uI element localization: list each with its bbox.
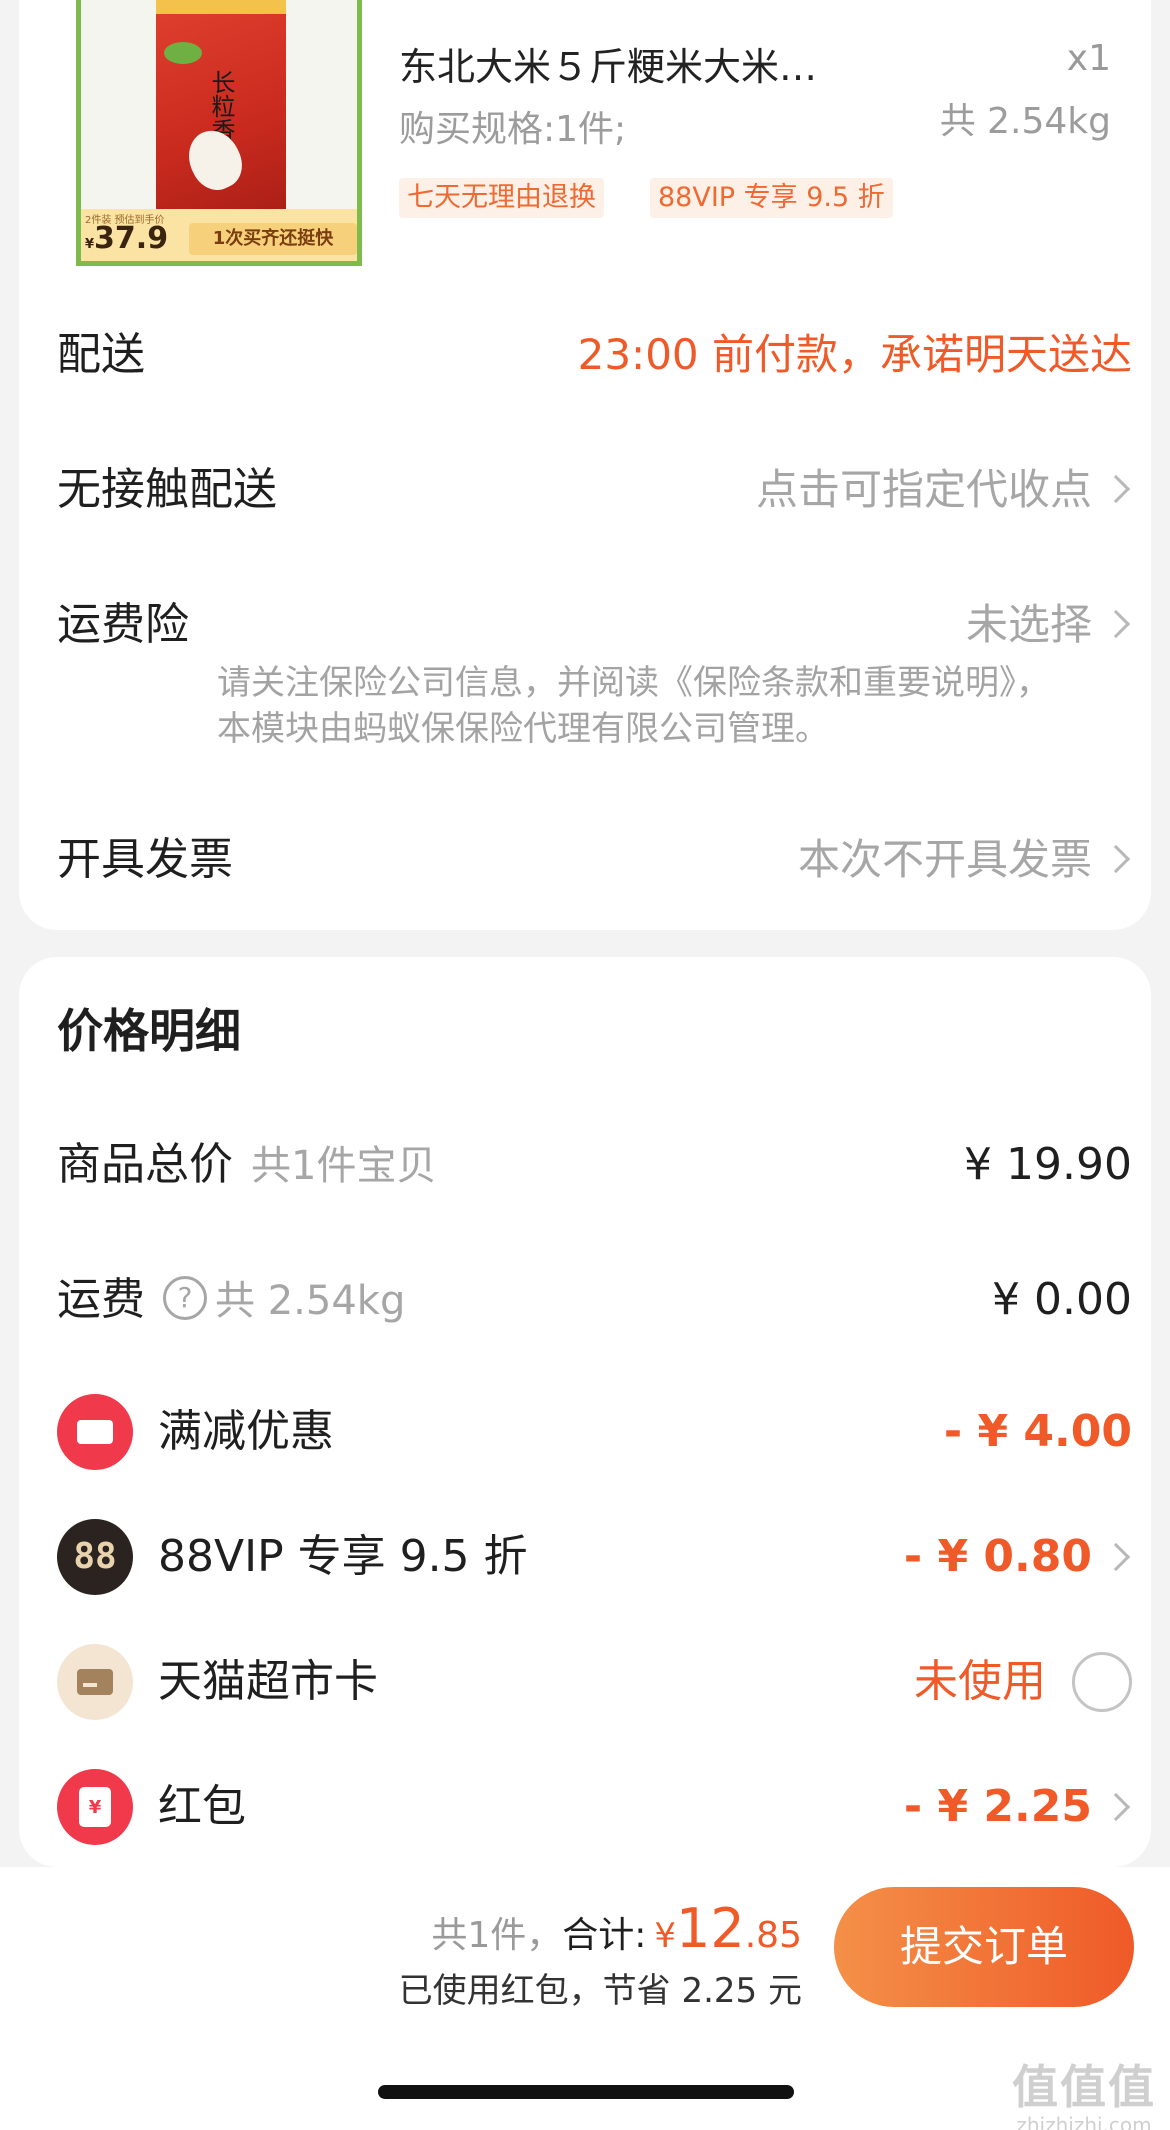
invoice-row[interactable]: 开具发票 本次不开具发票 bbox=[57, 825, 1132, 895]
full-reduction-row: 满减优惠 - ¥ 4.00 bbox=[57, 1394, 1132, 1470]
supermarket-card-row[interactable]: 天猫超市卡 未使用 bbox=[57, 1644, 1132, 1720]
tag-88vip-discount: 88VIP 专享 9.5 折 bbox=[650, 178, 893, 218]
chevron-right-icon bbox=[1101, 844, 1131, 874]
total-currency: ¥ bbox=[654, 1916, 677, 1956]
contactless-delivery-label: 无接触配送 bbox=[57, 464, 277, 515]
product-image[interactable]: 长粒香米 2件装 预估到手价 ¥37.9 1次买齐还挺快 bbox=[76, 0, 362, 266]
tag-free-return: 七天无理由退换 bbox=[399, 178, 604, 218]
product-weight: 共 2.54kg bbox=[939, 101, 1111, 142]
full-reduction-value: - ¥ 4.00 bbox=[943, 1406, 1132, 1457]
vip-discount-value: - ¥ 0.80 bbox=[903, 1531, 1092, 1582]
card-shape bbox=[77, 1669, 113, 1695]
total-decimal: .85 bbox=[744, 1915, 802, 1956]
red-packet-symbol: ¥ bbox=[79, 1787, 111, 1827]
strip-price: ¥37.9 bbox=[85, 221, 168, 256]
red-packet-row[interactable]: ¥ 红包 - ¥ 2.25 bbox=[57, 1769, 1132, 1845]
chevron-right-icon bbox=[1101, 474, 1131, 504]
red-packet-value: - ¥ 2.25 bbox=[903, 1781, 1092, 1832]
strip-slogan: 1次买齐还挺快 bbox=[189, 223, 357, 255]
shipping-insurance-label: 运费险 bbox=[57, 599, 189, 650]
vip-discount-label: 88VIP 专享 9.5 折 bbox=[158, 1531, 528, 1582]
invoice-label: 开具发票 bbox=[57, 834, 233, 885]
shipping-insurance-value: 未选择 bbox=[965, 600, 1092, 649]
delivery-promise: 23:00 前付款，承诺明天送达 bbox=[577, 330, 1132, 379]
contactless-delivery-row[interactable]: 无接触配送 点击可指定代收点 bbox=[57, 455, 1132, 525]
insurance-note: 请关注保险公司信息，并阅读《保险条款和重要说明》，本模块由蚂蚁保保险代理有限公司… bbox=[217, 663, 1050, 749]
shipping-fee-row: 运费? 共 2.54kg ¥ 0.00 bbox=[57, 1262, 1132, 1338]
shipping-fee-text: 运费 bbox=[57, 1274, 145, 1325]
red-packet-label: 红包 bbox=[158, 1781, 246, 1832]
supermarket-card-radio[interactable] bbox=[1072, 1652, 1132, 1712]
product-spec: 购买规格:1件; bbox=[399, 109, 627, 150]
card-icon bbox=[57, 1644, 133, 1720]
goods-total-value: ¥ 19.90 bbox=[964, 1139, 1132, 1190]
bag-top-band bbox=[156, 0, 286, 14]
red-packet-icon: ¥ bbox=[57, 1769, 133, 1845]
goods-total-label: 商品总价 共1件宝贝 bbox=[57, 1127, 436, 1204]
rice-bag-illustration: 长粒香米 bbox=[156, 0, 286, 218]
coupon-icon bbox=[57, 1394, 133, 1470]
contactless-delivery-value: 点击可指定代收点 bbox=[755, 465, 1092, 514]
goods-total-row: 商品总价 共1件宝贝 ¥ 19.90 bbox=[57, 1127, 1132, 1203]
checkout-bar: 共1件，合计: ¥12.85 已使用红包，节省 2.25 元 提交订单 值值值 z… bbox=[0, 1867, 1170, 2130]
question-circle-icon[interactable]: ? bbox=[163, 1276, 207, 1320]
ticket-shape bbox=[77, 1420, 113, 1444]
delivery-label: 配送 bbox=[57, 329, 145, 380]
shipping-weight-note: 共 2.54kg bbox=[215, 1278, 406, 1324]
chevron-right-icon bbox=[1101, 1792, 1131, 1822]
item-count: 共1件， bbox=[431, 1915, 563, 1956]
brand-logo-icon bbox=[164, 42, 202, 64]
product-title[interactable]: 东北大米５斤粳米大米… bbox=[399, 36, 899, 91]
supermarket-card-label: 天猫超市卡 bbox=[158, 1656, 378, 1707]
full-reduction-label: 满减优惠 bbox=[158, 1406, 334, 1457]
goods-count-note: 共1件宝贝 bbox=[251, 1143, 437, 1189]
total-integer: 12 bbox=[676, 1897, 745, 1960]
submit-order-button[interactable]: 提交订单 bbox=[834, 1887, 1134, 2007]
shipping-fee-label: 运费? 共 2.54kg bbox=[57, 1262, 405, 1339]
shipping-insurance-row[interactable]: 运费险 未选择 bbox=[57, 590, 1132, 660]
strip-price-symbol: ¥ bbox=[85, 237, 95, 252]
delivery-row: 配送 23:00 前付款，承诺明天送达 bbox=[57, 320, 1132, 390]
total-label: 合计: bbox=[562, 1915, 647, 1956]
order-summary-card: 长粒香米 2件装 预估到手价 ¥37.9 1次买齐还挺快 东北大米５斤粳米大米…… bbox=[19, 0, 1151, 930]
chevron-right-icon bbox=[1101, 609, 1131, 639]
watermark: 值值值 zhizhizhi.com bbox=[1012, 2051, 1156, 2130]
supermarket-card-status: 未使用 bbox=[914, 1656, 1046, 1707]
watermark-logo: 值值值 bbox=[1012, 2060, 1156, 2114]
rice-grain-icon bbox=[179, 122, 251, 198]
price-detail-card: 价格明细 商品总价 共1件宝贝 ¥ 19.90 运费? 共 2.54kg ¥ 0.0… bbox=[19, 957, 1151, 1867]
goods-total-text: 商品总价 bbox=[57, 1139, 233, 1190]
watermark-url: zhizhizhi.com bbox=[1016, 2113, 1152, 2130]
home-indicator[interactable] bbox=[378, 2085, 794, 2099]
chevron-right-icon bbox=[1101, 1542, 1131, 1572]
product-quantity: x1 bbox=[1066, 38, 1111, 79]
invoice-value: 本次不开具发票 bbox=[797, 835, 1092, 884]
saving-note: 已使用红包，节省 2.25 元 bbox=[398, 1971, 802, 2011]
vip-discount-row[interactable]: 88 88VIP 专享 9.5 折 - ¥ 0.80 bbox=[57, 1519, 1132, 1595]
price-detail-title: 价格明细 bbox=[57, 1004, 241, 1058]
88vip-icon: 88 bbox=[57, 1519, 133, 1595]
shipping-fee-value: ¥ 0.00 bbox=[992, 1274, 1132, 1325]
order-total: 共1件，合计: ¥12.85 bbox=[431, 1897, 802, 1960]
promo-price-strip: 2件装 预估到手价 ¥37.9 1次买齐还挺快 bbox=[81, 209, 357, 261]
strip-price-value: 37.9 bbox=[94, 221, 169, 256]
